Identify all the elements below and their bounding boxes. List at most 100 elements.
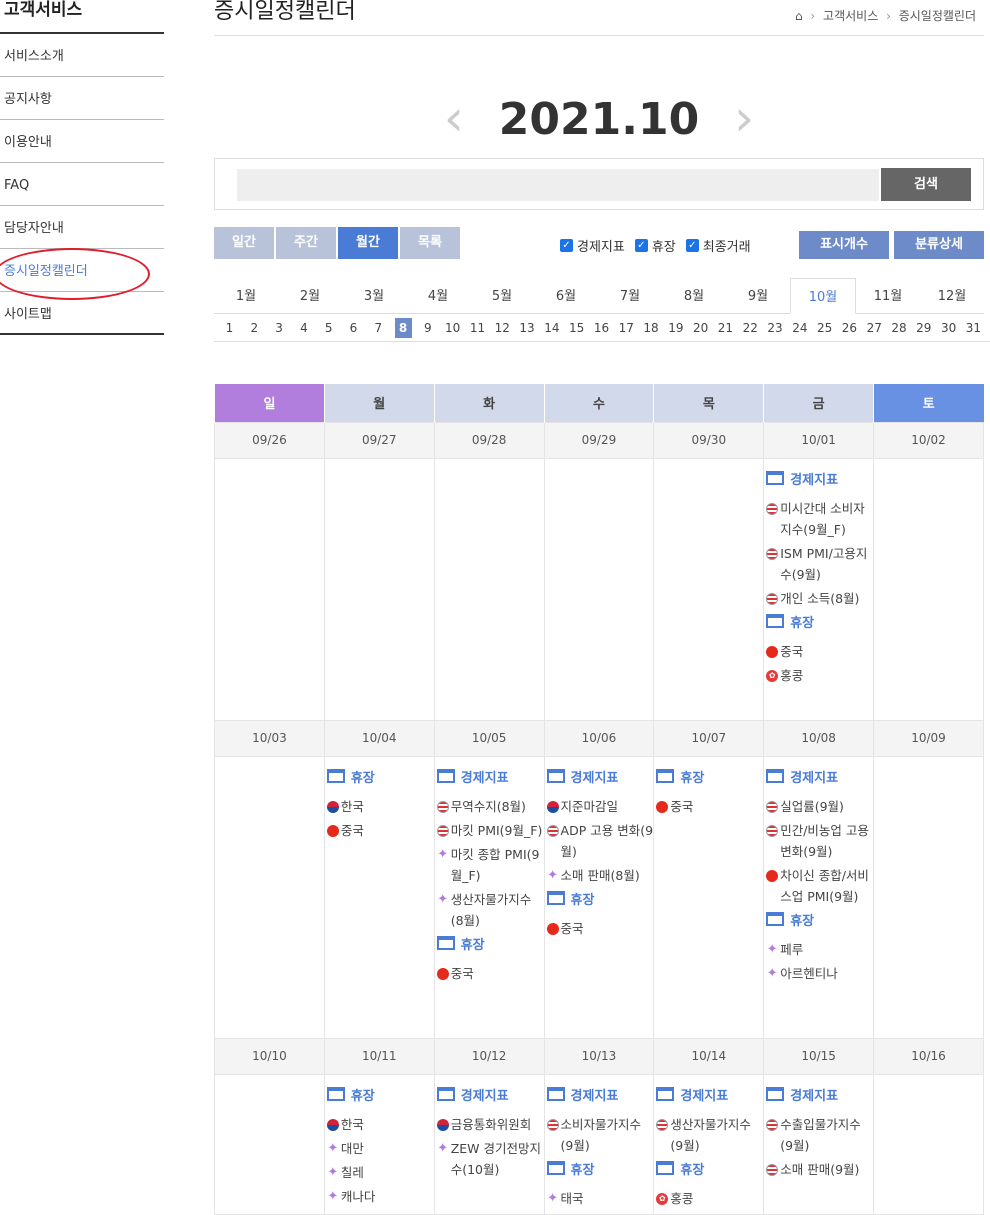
month-tab[interactable]: 10월 [790, 278, 856, 314]
month-tab[interactable]: 4월 [406, 278, 470, 313]
day-link[interactable]: 27 [866, 318, 883, 338]
event-item[interactable]: ✿ 홍콩 [766, 665, 873, 686]
day-link[interactable]: 26 [841, 318, 858, 338]
checkbox-checked-icon[interactable]: ✓ [634, 239, 648, 252]
event-item[interactable]: 한국 [326, 796, 434, 817]
event-group-title[interactable]: 휴장 [326, 767, 434, 786]
event-item[interactable]: 한국 [326, 1114, 434, 1135]
event-item[interactable]: 중국 [656, 796, 763, 817]
day-link[interactable]: 15 [568, 318, 585, 338]
day-link[interactable]: 29 [915, 318, 932, 338]
month-tab[interactable]: 11월 [856, 278, 920, 313]
event-item[interactable]: ✦ 마킷 종합 PMI(9월_F) [437, 844, 544, 886]
prev-month-arrow-icon[interactable]: ‹ [429, 88, 479, 148]
event-group-title[interactable]: 경제지표 [766, 469, 873, 488]
event-item[interactable]: 마킷 PMI(9월_F) [436, 820, 544, 841]
checkbox-checked-icon[interactable]: ✓ [685, 239, 699, 252]
day-link[interactable]: 9 [419, 318, 436, 338]
event-item[interactable]: 수출입물가지수(9월) [766, 1114, 873, 1156]
event-group-title[interactable]: 경제지표 [436, 1085, 544, 1104]
month-tab[interactable]: 2월 [278, 278, 342, 313]
event-item[interactable]: ✦ 캐나다 [327, 1186, 434, 1207]
event-group-title[interactable]: 휴장 [766, 910, 873, 929]
event-group-title[interactable]: 경제지표 [436, 767, 544, 786]
search-button[interactable]: 검색 [881, 168, 971, 201]
event-group-title[interactable]: 휴장 [766, 612, 873, 631]
day-link[interactable]: 17 [618, 318, 635, 338]
display-count-button[interactable]: 표시개수 [799, 231, 889, 259]
event-group-title[interactable]: 휴장 [326, 1085, 434, 1104]
month-tab[interactable]: 8월 [662, 278, 726, 313]
event-item[interactable]: 소매 판매(9월) [766, 1159, 873, 1180]
sidebar-item-contact[interactable]: 담당자안내 [0, 206, 164, 249]
filter-holiday[interactable]: ✓ 휴장 [634, 236, 676, 255]
day-link[interactable]: 22 [742, 318, 759, 338]
event-item[interactable]: 생산자물가지수(9월) [656, 1114, 763, 1156]
event-item[interactable]: 중국 [766, 641, 873, 662]
day-link[interactable]: 7 [370, 318, 387, 338]
tab-daily[interactable]: 일간 [214, 227, 274, 259]
day-link[interactable]: 11 [469, 318, 486, 338]
search-input[interactable] [237, 169, 879, 201]
tab-list[interactable]: 목록 [400, 227, 460, 259]
day-link[interactable]: 4 [295, 318, 312, 338]
event-item[interactable]: ✿ 홍콩 [656, 1188, 763, 1209]
month-tab[interactable]: 3월 [342, 278, 406, 313]
event-item[interactable]: ✦ 태국 [547, 1188, 654, 1209]
tab-monthly[interactable]: 월간 [338, 227, 398, 259]
day-link[interactable]: 5 [320, 318, 337, 338]
day-link[interactable]: 2 [246, 318, 263, 338]
day-link[interactable]: 23 [767, 318, 784, 338]
event-item[interactable]: ✦ 페루 [766, 939, 873, 960]
event-group-title[interactable]: 경제지표 [656, 1085, 763, 1104]
event-group-title[interactable]: 경제지표 [766, 1085, 873, 1104]
event-item[interactable]: ✦ ZEW 경기전망지수(10월) [437, 1138, 544, 1180]
sidebar-item-usage-guide[interactable]: 이용안내 [0, 120, 164, 163]
day-link[interactable]: 6 [345, 318, 362, 338]
event-group-title[interactable]: 경제지표 [546, 767, 654, 786]
event-item[interactable]: 미시간대 소비자지수(9월_F) [766, 498, 873, 540]
event-item[interactable]: ✦ 대만 [327, 1138, 434, 1159]
day-link[interactable]: 16 [593, 318, 610, 338]
event-group-title[interactable]: 휴장 [656, 767, 763, 786]
breadcrumb-item-market-calendar[interactable]: 증시일정캘린더 [899, 9, 976, 23]
event-item[interactable]: ADP 고용 변화(9월) [546, 820, 654, 862]
event-group-title[interactable]: 휴장 [656, 1159, 763, 1178]
day-link[interactable]: 13 [519, 318, 536, 338]
day-link[interactable]: 12 [494, 318, 511, 338]
day-link[interactable]: 28 [891, 318, 908, 338]
checkbox-checked-icon[interactable]: ✓ [560, 239, 573, 252]
day-link[interactable]: 8 [394, 318, 412, 338]
event-item[interactable]: 차이신 종합/서비스업 PMI(9월) [766, 865, 873, 907]
event-item[interactable]: 실업률(9월) [766, 796, 873, 817]
month-tab[interactable]: 7월 [598, 278, 662, 313]
day-link[interactable]: 1 [221, 318, 238, 338]
sidebar-item-sitemap[interactable]: 사이트맵 [0, 292, 164, 335]
month-tab[interactable]: 1월 [214, 278, 278, 313]
event-item[interactable]: 중국 [546, 918, 654, 939]
day-link[interactable]: 18 [643, 318, 660, 338]
sidebar-item-faq[interactable]: FAQ [0, 163, 164, 206]
home-icon[interactable]: ⌂ [795, 9, 803, 23]
event-item[interactable]: 민간/비농업 고용 변화(9월) [766, 820, 873, 862]
sidebar-item-market-calendar[interactable]: 증시일정캘린더 [0, 249, 164, 292]
event-item[interactable]: 지준마감일 [546, 796, 654, 817]
event-item[interactable]: ✦ 생산자물가지수(8월) [437, 889, 544, 931]
day-link[interactable]: 21 [717, 318, 734, 338]
next-month-arrow-icon[interactable]: › [719, 88, 769, 148]
month-tab[interactable]: 9월 [726, 278, 790, 313]
tab-weekly[interactable]: 주간 [276, 227, 336, 259]
day-link[interactable]: 24 [791, 318, 808, 338]
category-detail-button[interactable]: 분류상세 [894, 231, 984, 259]
day-link[interactable]: 25 [816, 318, 833, 338]
day-link[interactable]: 31 [965, 318, 982, 338]
sidebar-item-service-intro[interactable]: 서비스소개 [0, 34, 164, 77]
day-link[interactable]: 20 [692, 318, 709, 338]
day-link[interactable]: 10 [444, 318, 461, 338]
event-item[interactable]: 소비자물가지수(9월) [546, 1114, 654, 1156]
event-group-title[interactable]: 휴장 [546, 1159, 654, 1178]
filter-last-trade[interactable]: ✓ 최종거래 [685, 236, 751, 255]
event-item[interactable]: 금융통화위원회 [436, 1114, 544, 1135]
event-item[interactable]: 중국 [436, 963, 544, 984]
event-group-title[interactable]: 경제지표 [766, 767, 873, 786]
